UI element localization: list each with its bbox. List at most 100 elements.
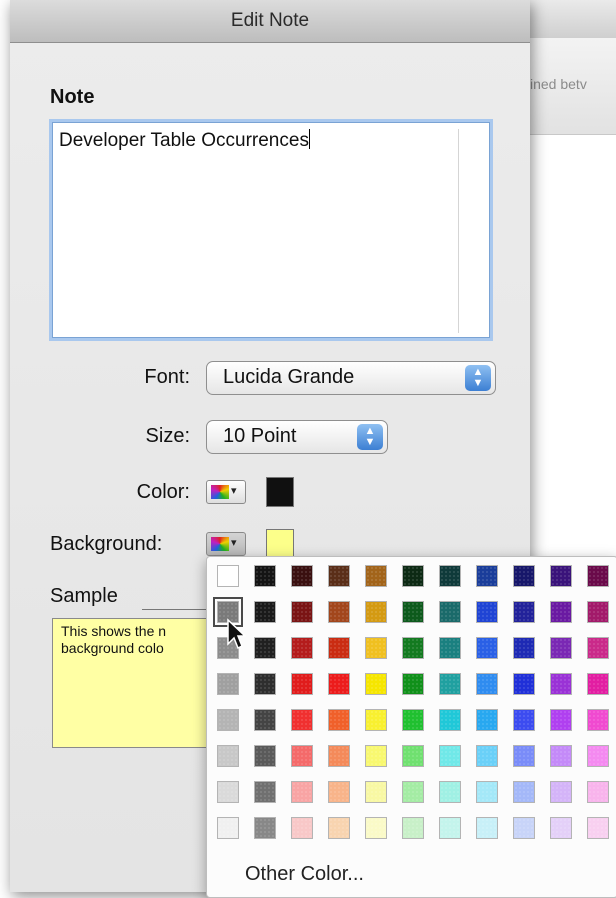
color-swatch[interactable] [587, 817, 609, 839]
color-swatch[interactable] [254, 673, 276, 695]
color-swatch[interactable] [365, 709, 387, 731]
background-color-well[interactable] [266, 529, 294, 559]
color-swatch[interactable] [365, 781, 387, 803]
color-swatch[interactable] [365, 601, 387, 623]
color-swatch[interactable] [439, 673, 461, 695]
color-swatch[interactable] [217, 781, 239, 803]
color-swatch[interactable] [291, 673, 313, 695]
color-swatch[interactable] [550, 781, 572, 803]
color-swatch[interactable] [402, 601, 424, 623]
color-swatch[interactable] [587, 673, 609, 695]
color-swatch[interactable] [439, 601, 461, 623]
color-swatch[interactable] [217, 565, 239, 587]
note-label: Note [50, 86, 95, 108]
color-swatch[interactable] [365, 565, 387, 587]
color-swatch[interactable] [328, 601, 350, 623]
color-swatch[interactable] [513, 817, 535, 839]
color-swatch[interactable] [402, 781, 424, 803]
color-swatch[interactable] [402, 673, 424, 695]
color-swatch[interactable] [291, 817, 313, 839]
color-swatch[interactable] [365, 817, 387, 839]
text-color-picker-button[interactable]: ▾ [206, 480, 246, 504]
color-swatch[interactable] [291, 745, 313, 767]
color-swatch[interactable] [254, 709, 276, 731]
color-swatch[interactable] [587, 601, 609, 623]
color-swatch[interactable] [550, 745, 572, 767]
color-swatch[interactable] [328, 745, 350, 767]
color-swatch[interactable] [513, 601, 535, 623]
color-swatch[interactable] [254, 781, 276, 803]
color-swatch[interactable] [217, 709, 239, 731]
color-swatch[interactable] [513, 745, 535, 767]
color-swatch[interactable] [254, 601, 276, 623]
color-swatch[interactable] [254, 637, 276, 659]
color-swatch[interactable] [291, 601, 313, 623]
color-swatch[interactable] [550, 817, 572, 839]
color-swatch[interactable] [476, 637, 498, 659]
color-swatch[interactable] [217, 673, 239, 695]
color-swatch[interactable] [476, 745, 498, 767]
color-swatch[interactable] [476, 601, 498, 623]
color-swatch[interactable] [476, 817, 498, 839]
color-swatch[interactable] [550, 673, 572, 695]
color-swatch[interactable] [328, 709, 350, 731]
color-swatch[interactable] [328, 673, 350, 695]
color-swatch[interactable] [402, 565, 424, 587]
color-swatch[interactable] [254, 817, 276, 839]
color-swatch[interactable] [365, 673, 387, 695]
color-swatch[interactable] [550, 637, 572, 659]
color-swatch[interactable] [439, 781, 461, 803]
background-header-text: ined betv [530, 76, 587, 92]
color-swatch[interactable] [365, 637, 387, 659]
size-label: Size: [145, 425, 190, 447]
color-swatch[interactable] [328, 817, 350, 839]
color-swatch[interactable] [476, 565, 498, 587]
color-swatch[interactable] [587, 745, 609, 767]
background-color-picker-button[interactable]: ▾ [206, 532, 246, 556]
color-swatch[interactable] [402, 745, 424, 767]
color-swatch[interactable] [587, 565, 609, 587]
color-swatch[interactable] [217, 745, 239, 767]
updown-arrows-icon: ▲ ▼ [357, 424, 383, 450]
color-swatch[interactable] [254, 565, 276, 587]
color-swatch[interactable] [513, 709, 535, 731]
text-color-well[interactable] [266, 477, 294, 507]
size-popup[interactable]: 10 Point ▲ ▼ [206, 420, 388, 454]
color-swatch[interactable] [550, 565, 572, 587]
color-swatch[interactable] [439, 817, 461, 839]
note-scrollbar[interactable] [458, 129, 469, 333]
color-swatch[interactable] [513, 565, 535, 587]
color-swatch[interactable] [476, 673, 498, 695]
color-swatch[interactable] [328, 637, 350, 659]
background-window-header: ined betv [520, 38, 616, 135]
font-popup[interactable]: Lucida Grande ▲ ▼ [206, 361, 496, 395]
color-swatch[interactable] [439, 709, 461, 731]
color-swatch[interactable] [476, 709, 498, 731]
color-swatch[interactable] [254, 745, 276, 767]
color-swatch[interactable] [513, 673, 535, 695]
color-swatch[interactable] [402, 817, 424, 839]
color-swatch[interactable] [439, 637, 461, 659]
color-swatch[interactable] [402, 709, 424, 731]
color-swatch[interactable] [439, 745, 461, 767]
color-swatch[interactable] [476, 781, 498, 803]
other-color-button[interactable]: Other Color... [245, 863, 364, 886]
color-swatch[interactable] [291, 565, 313, 587]
color-swatch[interactable] [587, 709, 609, 731]
color-swatch[interactable] [587, 781, 609, 803]
color-swatch[interactable] [587, 637, 609, 659]
color-swatch[interactable] [550, 601, 572, 623]
color-swatch[interactable] [328, 781, 350, 803]
color-swatch[interactable] [550, 709, 572, 731]
color-swatch[interactable] [291, 637, 313, 659]
note-textarea[interactable]: Developer Table Occurrences [52, 122, 490, 338]
color-swatch[interactable] [291, 781, 313, 803]
color-swatch[interactable] [291, 709, 313, 731]
color-swatch[interactable] [402, 637, 424, 659]
color-swatch[interactable] [513, 637, 535, 659]
color-swatch[interactable] [365, 745, 387, 767]
color-swatch[interactable] [328, 565, 350, 587]
color-swatch[interactable] [217, 817, 239, 839]
color-swatch[interactable] [513, 781, 535, 803]
color-swatch[interactable] [439, 565, 461, 587]
